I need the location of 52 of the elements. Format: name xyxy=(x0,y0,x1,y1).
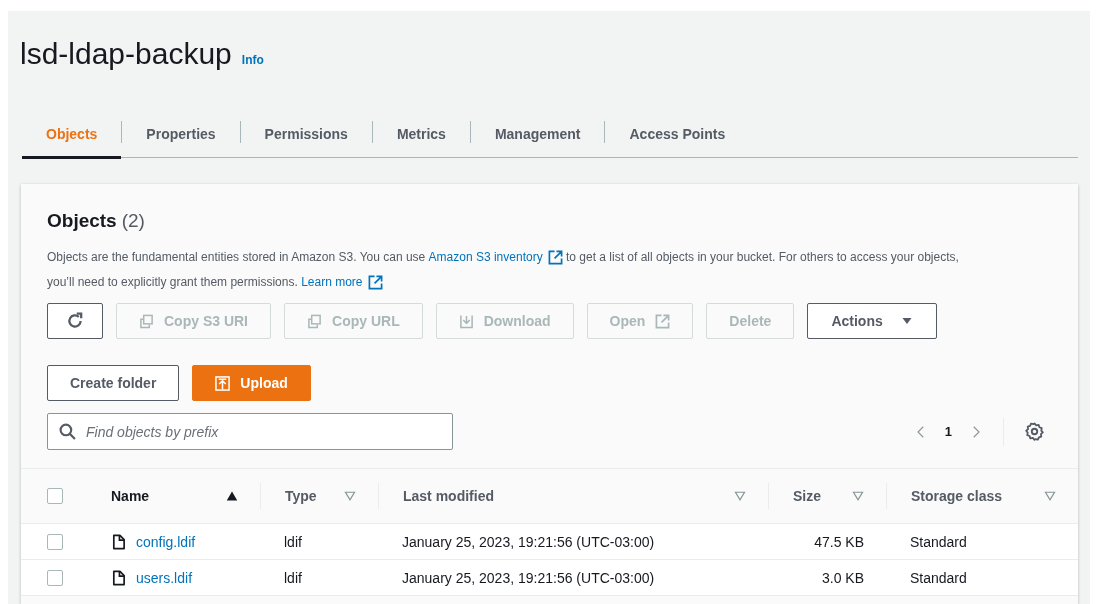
file-icon xyxy=(111,569,126,586)
bucket-title: lsd-ldap-backup xyxy=(20,37,232,71)
external-link[interactable]: Learn more xyxy=(301,270,383,295)
table-cell-text: January 25, 2023, 19:21:56 (UTC-03:00) xyxy=(401,569,656,586)
file-link[interactable]: users.ldif xyxy=(136,569,193,586)
table-cell-text: Standard xyxy=(909,533,968,550)
settings-icon[interactable] xyxy=(1025,422,1044,441)
sort-icon[interactable] xyxy=(852,490,864,502)
table-cell-text: 3.0 KB xyxy=(820,569,865,586)
sort-icon[interactable] xyxy=(734,490,746,502)
refresh-icon xyxy=(66,312,84,330)
sort-icon[interactable] xyxy=(344,490,356,502)
object-count: (2) xyxy=(121,210,145,232)
row-checkbox[interactable] xyxy=(47,533,63,550)
description-text: Objects are the fundamental entities stored in Amazon S3. You can use Amazon S3 inventory to get a list of all objects in your bucket. For others to access your objects, you’ll need to explicitly grant them permissions. Learn more xyxy=(47,245,977,295)
sort-ascending-icon[interactable] xyxy=(226,490,238,502)
table-cell-text: 47.5 KB xyxy=(813,533,865,550)
panel-heading: Objects xyxy=(47,210,117,232)
actions-button[interactable]: Actions xyxy=(807,303,937,339)
search-field[interactable]: Find objects by prefix xyxy=(47,413,453,450)
table-cell-text: Standard xyxy=(909,569,968,586)
download-icon xyxy=(458,313,474,329)
file-icon xyxy=(111,533,126,550)
column-header[interactable]: Storage class xyxy=(911,488,1003,504)
tab[interactable]: Access Points xyxy=(605,111,750,159)
table-cell-text: January 25, 2023, 19:21:56 (UTC-03:00) xyxy=(401,533,656,550)
refresh-button[interactable] xyxy=(47,303,103,339)
table-cell-text: ldif xyxy=(283,569,303,586)
tab[interactable]: Metrics xyxy=(372,111,470,159)
row-checkbox[interactable] xyxy=(47,569,63,586)
tab[interactable]: Management xyxy=(470,111,605,159)
external-link-icon xyxy=(547,250,563,265)
file-link[interactable]: config.ldif xyxy=(136,533,196,550)
copy-icon xyxy=(307,313,322,329)
external-link[interactable]: Amazon S3 inventory xyxy=(428,245,563,270)
external-link-icon xyxy=(367,275,383,290)
upload-icon xyxy=(215,375,231,391)
info-link[interactable]: Info xyxy=(241,53,264,67)
table-cell-text: ldif xyxy=(283,533,303,550)
page-number[interactable]: 1 xyxy=(944,424,952,439)
toolbar-button[interactable]: Create folder xyxy=(47,365,180,401)
select-all-checkbox[interactable] xyxy=(47,488,63,504)
tab[interactable]: Properties xyxy=(122,111,240,159)
column-header[interactable]: Name xyxy=(111,488,150,504)
column-header[interactable]: Type xyxy=(285,488,317,504)
tab[interactable]: Permissions xyxy=(240,111,372,159)
column-header[interactable]: Last modified xyxy=(403,488,494,504)
copy-icon xyxy=(139,313,154,329)
external-link-icon xyxy=(655,313,671,329)
search-icon xyxy=(59,423,76,440)
column-header[interactable]: Size xyxy=(793,488,821,504)
sort-icon[interactable] xyxy=(1044,490,1056,502)
